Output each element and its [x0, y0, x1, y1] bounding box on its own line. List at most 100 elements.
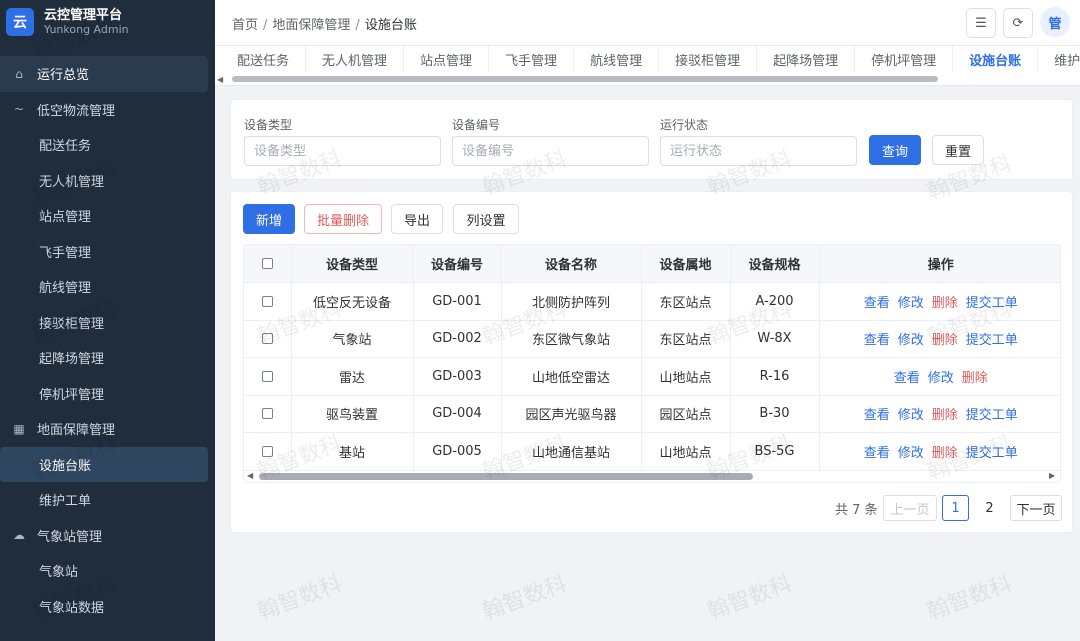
- status-input[interactable]: [660, 136, 857, 166]
- cell-code: GD-003: [413, 357, 502, 396]
- cell-type: 雷达: [291, 357, 414, 396]
- action-link[interactable]: 查看: [864, 296, 890, 311]
- sidebar-item-label: 停机坪管理: [39, 387, 105, 403]
- sidebar-item[interactable]: 气象站: [0, 553, 215, 589]
- action-link[interactable]: 删除: [932, 296, 958, 311]
- action-link[interactable]: 查看: [864, 333, 890, 348]
- column-header[interactable]: 设备类型: [291, 245, 414, 283]
- action-link[interactable]: 删除: [932, 408, 958, 423]
- action-link[interactable]: 提交工单: [966, 296, 1018, 311]
- sidebar-item[interactable]: 配送任务: [0, 127, 215, 163]
- action-link[interactable]: 删除: [932, 333, 958, 348]
- tab-item[interactable]: 停机坪管理: [855, 46, 954, 72]
- row-checkbox[interactable]: [261, 408, 273, 420]
- tab-item[interactable]: 航线管理: [574, 46, 660, 72]
- sidebar-item[interactable]: 停机坪管理: [0, 376, 215, 412]
- brand: 云 云控管理平台 Yunkong Admin: [0, 0, 215, 44]
- cell-name: 园区声光驱鸟器: [501, 395, 642, 433]
- batch-delete-button[interactable]: 批量删除: [304, 204, 382, 234]
- scroll-left-icon[interactable]: ◀: [217, 75, 223, 84]
- watermark: 翰智数科: [254, 571, 346, 626]
- select-all-checkbox[interactable]: [261, 258, 273, 269]
- sidebar-item[interactable]: 接驳柜管理: [0, 305, 215, 341]
- breadcrumb-section[interactable]: 地面保障管理: [272, 18, 350, 33]
- row-select-cell: [244, 395, 292, 433]
- row-checkbox[interactable]: [261, 370, 273, 382]
- refresh-button[interactable]: ⟳: [1003, 8, 1033, 38]
- tab-item[interactable]: 站点管理: [404, 46, 490, 72]
- column-header[interactable]: 设备规格: [730, 245, 820, 283]
- column-header[interactable]: 设备名称: [501, 245, 642, 283]
- table-row: 低空反无设备 GD-001 北侧防护阵列 东区站点 A-200 查看 修改 删除 提交工单: [244, 282, 1060, 321]
- action-link[interactable]: 查看: [864, 408, 890, 423]
- row-checkbox[interactable]: [261, 333, 273, 345]
- tab-item[interactable]: 无人机管理: [306, 46, 405, 72]
- table-scrollbar[interactable]: [259, 473, 753, 480]
- cell-actions: 查看 修改 删除 提交工单: [819, 282, 1060, 321]
- action-link[interactable]: 提交工单: [966, 408, 1018, 423]
- page-button-1[interactable]: 1: [942, 495, 969, 521]
- tab-item[interactable]: 配送任务: [221, 46, 307, 72]
- query-button[interactable]: 查询: [869, 135, 921, 165]
- sidebar-group[interactable]: ☁ 气象站管理: [0, 518, 215, 554]
- filter-label-status: 运行状态: [660, 118, 709, 132]
- action-link[interactable]: 修改: [898, 296, 924, 311]
- column-header[interactable]: 设备编号: [413, 245, 502, 283]
- tab-item[interactable]: 飞手管理: [489, 46, 575, 72]
- action-link[interactable]: 查看: [864, 446, 890, 461]
- sidebar-item[interactable]: 设施台账: [0, 446, 208, 482]
- add-button[interactable]: 新增: [243, 204, 295, 234]
- action-link[interactable]: 修改: [898, 446, 924, 461]
- column-settings-button[interactable]: 列设置: [453, 204, 519, 234]
- scroll-left-icon[interactable]: ◀: [247, 471, 253, 480]
- row-checkbox[interactable]: [261, 295, 273, 307]
- action-link[interactable]: 删除: [932, 446, 958, 461]
- table-body: 低空反无设备 GD-001 北侧防护阵列 东区站点 A-200 查看 修改 删除 提交工单 气象站…: [244, 282, 1060, 471]
- sidebar-item[interactable]: 航线管理: [0, 269, 215, 305]
- tab-item[interactable]: 设施台账: [953, 46, 1039, 72]
- sidebar-item-label: 飞手管理: [39, 245, 92, 261]
- page-button-2[interactable]: 2: [976, 495, 1003, 521]
- menu-toggle-button[interactable]: ☰: [966, 8, 996, 38]
- column-header[interactable]: 设备属地: [641, 245, 731, 283]
- action-link[interactable]: 修改: [898, 333, 924, 348]
- sidebar-group[interactable]: ⌂ 运行总览: [0, 56, 208, 92]
- prev-page-button[interactable]: 上一页: [883, 495, 937, 521]
- next-page-button[interactable]: 下一页: [1010, 495, 1062, 521]
- sidebar-group[interactable]: ▦ 地面保障管理: [0, 411, 215, 447]
- sidebar-item[interactable]: 维护工单: [0, 482, 215, 518]
- device-code-input[interactable]: [452, 136, 649, 166]
- breadcrumb-home[interactable]: 首页: [232, 18, 258, 33]
- reset-button[interactable]: 重置: [932, 135, 984, 165]
- scroll-right-icon[interactable]: ▶: [1049, 471, 1055, 480]
- breadcrumb-current: 设施台账: [364, 18, 417, 33]
- sidebar-item[interactable]: 站点管理: [0, 198, 215, 234]
- row-checkbox[interactable]: [261, 445, 273, 457]
- action-link[interactable]: 提交工单: [966, 333, 1018, 348]
- device-type-input[interactable]: [244, 136, 441, 166]
- tab-item[interactable]: 维护工单: [1038, 46, 1080, 72]
- watermark: 翰智数科: [704, 571, 796, 626]
- action-link[interactable]: 删除: [962, 371, 988, 386]
- sidebar-item-label: 维护工单: [39, 494, 92, 510]
- cell-spec: R-16: [730, 357, 820, 396]
- export-button[interactable]: 导出: [391, 204, 443, 234]
- brand-text: 云控管理平台 Yunkong Admin: [44, 8, 129, 37]
- action-link[interactable]: 修改: [898, 408, 924, 423]
- sidebar-group[interactable]: ~ 低空物流管理: [0, 92, 215, 128]
- tab-item[interactable]: 起降场管理: [757, 46, 856, 72]
- action-link[interactable]: 提交工单: [966, 446, 1018, 461]
- action-link[interactable]: 修改: [928, 371, 954, 386]
- avatar[interactable]: 管: [1040, 7, 1070, 37]
- tab-scrollbar[interactable]: [232, 76, 938, 82]
- sidebar-item[interactable]: 无人机管理: [0, 163, 215, 199]
- action-link[interactable]: 查看: [894, 371, 920, 386]
- data-table: 设备类型 设备编号 设备名称 设备属地 设备规格 操作 低空反无设备 GD-001…: [244, 245, 1060, 471]
- cell-type: 驱鸟装置: [291, 395, 414, 433]
- sidebar-item[interactable]: 气象站数据: [0, 589, 215, 625]
- filter-label-code: 设备编号: [452, 118, 501, 132]
- brand-logo: 云: [6, 8, 34, 36]
- sidebar-item[interactable]: 起降场管理: [0, 340, 215, 376]
- tab-item[interactable]: 接驳柜管理: [659, 46, 758, 72]
- sidebar-item[interactable]: 飞手管理: [0, 234, 215, 270]
